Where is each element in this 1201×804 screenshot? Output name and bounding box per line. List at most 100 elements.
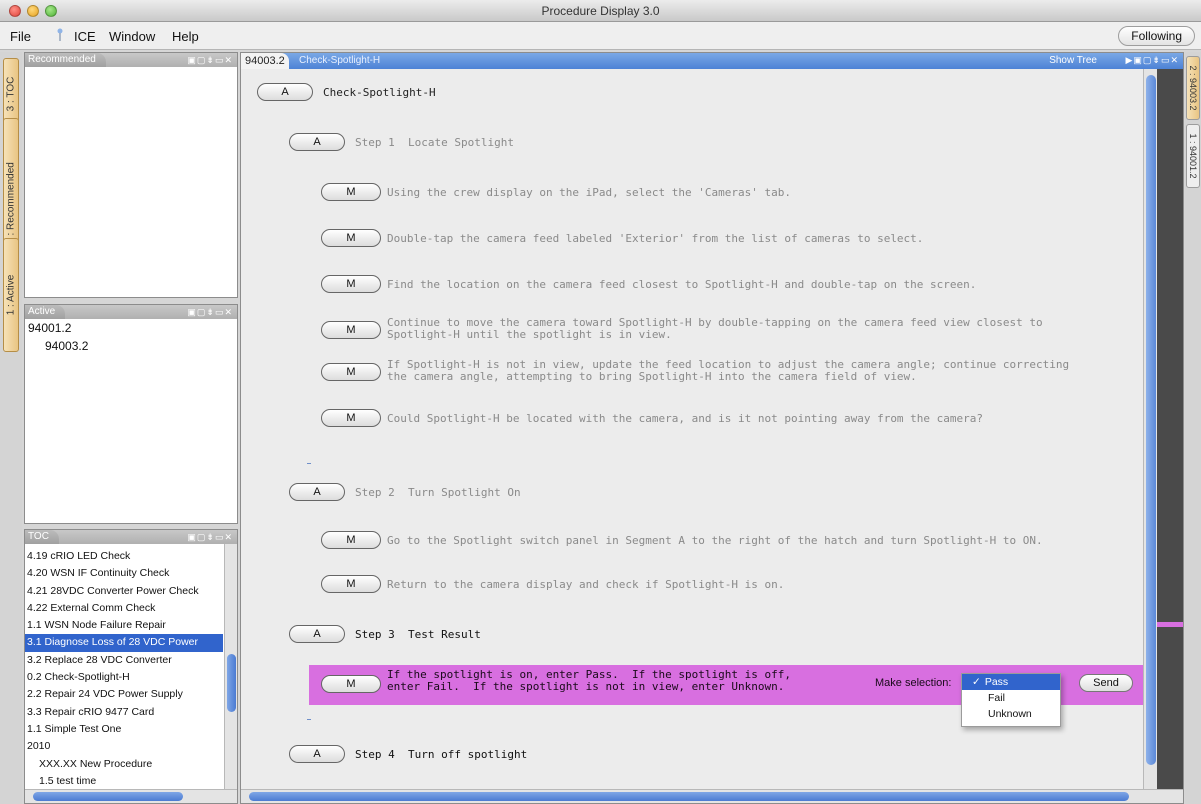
badge-label: A	[313, 486, 321, 498]
toc-item[interactable]: 4.22 External Comm Check	[25, 600, 223, 617]
toc-vertical-scrollbar[interactable]	[224, 544, 237, 789]
procedure-hscroll-thumb[interactable]	[249, 792, 1129, 801]
active-panel-header: Active ▣▢⇟▭✕	[25, 305, 237, 319]
active-item[interactable]: 94001.2	[28, 321, 71, 335]
instruction-text: Could Spotlight-H be located with the ca…	[387, 412, 984, 425]
procedure-tab-id[interactable]: 94003.2	[241, 53, 289, 69]
procedure-tab-title: Check-Spotlight-H	[299, 55, 381, 66]
zoom-window-button[interactable]	[45, 5, 57, 17]
send-button[interactable]: Send	[1079, 674, 1133, 692]
minimize-window-button[interactable]	[27, 5, 39, 17]
menu-window[interactable]: Window	[109, 29, 155, 44]
separator-dash	[307, 719, 311, 720]
toc-item[interactable]: 4.19 cRIO LED Check	[25, 548, 223, 565]
toc-item[interactable]: 3.3 Repair cRIO 9477 Card	[25, 704, 223, 721]
window-title: Procedure Display 3.0	[541, 4, 660, 18]
toc-item[interactable]: XXX.XX New Procedure	[25, 756, 223, 773]
badge-label: M	[346, 678, 356, 690]
toc-horizontal-scrollbar[interactable]	[25, 789, 237, 803]
instruction-badge-m[interactable]: M	[321, 575, 381, 593]
procedure-badge-a[interactable]: A	[257, 83, 313, 101]
toc-scroll-thumb[interactable]	[227, 654, 236, 712]
panel-window-controls-icon[interactable]: ▶▣▢⇟▭✕	[1125, 55, 1179, 66]
close-window-button[interactable]	[9, 5, 21, 17]
step-4-badge[interactable]: A	[289, 745, 345, 763]
badge-label: M	[346, 412, 356, 424]
toc-item[interactable]: 1.1 Simple Test One	[25, 721, 223, 738]
title-bar: Procedure Display 3.0	[0, 0, 1201, 22]
toc-panel-title: TOC	[25, 530, 59, 544]
badge-label: A	[281, 86, 289, 98]
tab-94001-2[interactable]: 1 : 94001.2	[1186, 124, 1200, 188]
toc-hscroll-thumb[interactable]	[33, 792, 183, 801]
badge-label: M	[346, 232, 356, 244]
dropdown-option-unknown[interactable]: Unknown	[962, 706, 1060, 722]
panel-window-controls-icon[interactable]: ▣▢⇟▭✕	[187, 532, 233, 543]
instruction-badge-m[interactable]: M	[321, 531, 381, 549]
step-3-badge[interactable]: A	[289, 625, 345, 643]
dropdown-option-fail[interactable]: Fail	[962, 690, 1060, 706]
instruction-badge-m[interactable]: M	[321, 675, 381, 693]
step-1-title: Step 1 Locate Spotlight	[355, 136, 514, 149]
panel-window-controls-icon[interactable]: ▣▢⇟▭✕	[187, 307, 233, 318]
toc-item[interactable]: 4.20 WSN IF Continuity Check	[25, 565, 223, 582]
instruction-badge-m[interactable]: M	[321, 321, 381, 339]
step-4-title: Step 4 Turn off spotlight	[355, 748, 528, 761]
separator-dash	[307, 463, 311, 464]
toc-item[interactable]: 4.21 28VDC Converter Power Check	[25, 583, 223, 600]
toc-item[interactable]: 1.1 WSN Node Failure Repair	[25, 617, 223, 634]
tab-active-label: 1 : Active	[5, 274, 17, 316]
tab-94003-2[interactable]: 2 : 94003.2	[1186, 56, 1200, 120]
check-icon: ✓	[972, 676, 981, 688]
instruction-badge-m[interactable]: M	[321, 183, 381, 201]
procedure-pane-header: 94003.2 Check-Spotlight-H Show Tree ▶▣▢⇟…	[241, 53, 1183, 69]
toc-panel-header: TOC ▣▢⇟▭✕	[25, 530, 237, 544]
right-tab-strip: 2 : 94003.2 1 : 94001.2	[1185, 52, 1201, 804]
instruction-text: Continue to move the camera toward Spotl…	[387, 316, 1043, 341]
badge-label: A	[313, 748, 321, 760]
instruction-badge-m[interactable]: M	[321, 275, 381, 293]
active-panel: Active ▣▢⇟▭✕ 94001.2 94003.2	[24, 304, 238, 524]
instruction-text: Return to the camera display and check i…	[387, 578, 785, 591]
instruction-text: Double-tap the camera feed labeled 'Exte…	[387, 232, 924, 245]
toc-item[interactable]: 2010	[25, 738, 223, 755]
procedure-horizontal-scrollbar[interactable]	[241, 789, 1183, 803]
toc-item-selected[interactable]: 3.1 Diagnose Loss of 28 VDC Power	[25, 634, 223, 652]
menu-file[interactable]: File	[10, 29, 31, 44]
menu-ice[interactable]: ICE	[74, 29, 96, 44]
step-1-badge[interactable]: A	[289, 133, 345, 151]
procedure-vertical-scrollbar[interactable]	[1143, 69, 1157, 791]
tab-94001-2-label: 1 : 94001.2	[1188, 133, 1198, 179]
current-step-marker	[1157, 622, 1183, 627]
recommended-panel: Recommended ▣▢⇟▭✕	[24, 52, 238, 298]
tab-toc-label: 3 : TOC	[5, 76, 17, 112]
badge-label: M	[346, 534, 356, 546]
tab-94003-2-label: 2 : 94003.2	[1188, 65, 1198, 111]
instruction-badge-m[interactable]: M	[321, 229, 381, 247]
show-tree-button[interactable]: Show Tree	[1049, 53, 1097, 69]
dropdown-option-pass[interactable]: ✓ Pass	[962, 674, 1060, 690]
toc-item[interactable]: 1.5 test time	[25, 773, 223, 790]
badge-label: M	[346, 186, 356, 198]
panel-window-controls-icon[interactable]: ▣▢⇟▭✕	[187, 55, 233, 66]
step-2-title: Step 2 Turn Spotlight On	[355, 486, 521, 499]
toc-item[interactable]: 0.2 Check-Spotlight-H	[25, 669, 223, 686]
menu-help[interactable]: Help	[172, 29, 199, 44]
instruction-text: Go to the Spotlight switch panel in Segm…	[387, 534, 1043, 547]
result-dropdown-menu: ✓ Pass Fail Unknown	[961, 673, 1061, 727]
active-panel-title: Active	[25, 305, 66, 319]
instruction-badge-m[interactable]: M	[321, 363, 381, 381]
make-selection-label: Make selection:	[875, 677, 952, 689]
instruction-badge-m[interactable]: M	[321, 409, 381, 427]
toc-panel: TOC ▣▢⇟▭✕ 4.19 cRIO LED Check 4.20 WSN I…	[24, 529, 238, 804]
toc-item[interactable]: 2.2 Repair 24 VDC Power Supply	[25, 686, 223, 703]
badge-label: A	[313, 628, 321, 640]
active-item[interactable]: 94003.2	[45, 339, 88, 353]
badge-label: M	[346, 366, 356, 378]
following-button[interactable]: Following	[1118, 26, 1195, 46]
procedure-scroll-thumb[interactable]	[1146, 75, 1156, 765]
toc-item[interactable]: 3.2 Replace 28 VDC Converter	[25, 652, 223, 669]
badge-label: M	[346, 278, 356, 290]
tab-active[interactable]: 1 : Active	[3, 238, 19, 352]
step-2-badge[interactable]: A	[289, 483, 345, 501]
